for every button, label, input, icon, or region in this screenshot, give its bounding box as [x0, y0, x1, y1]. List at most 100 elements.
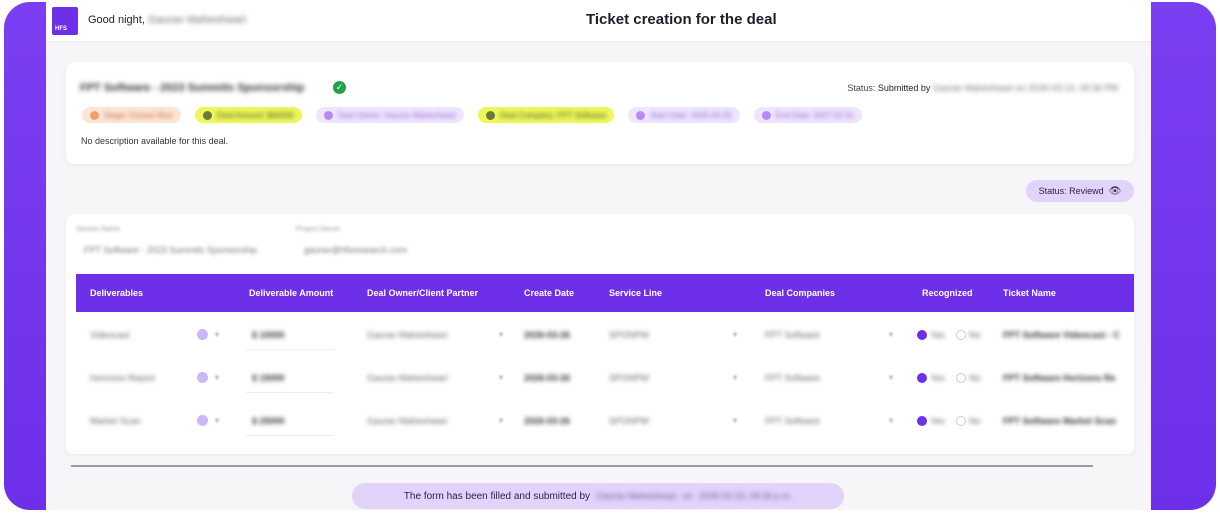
chevron-down-icon[interactable]: ▾: [889, 373, 893, 382]
deliverable-select[interactable]: Videocast: [90, 330, 129, 340]
no-label: No: [969, 373, 981, 383]
chevron-down-icon[interactable]: ▾: [889, 416, 893, 425]
column-header: Deliverables: [90, 288, 144, 298]
service-line-select[interactable]: SPONPW: [609, 416, 649, 426]
service-line-select[interactable]: SPONPW: [609, 330, 649, 340]
chip-dot-icon: [636, 110, 646, 120]
company-select[interactable]: FPT Software: [765, 416, 820, 426]
recognized-no-radio[interactable]: [956, 330, 966, 340]
deal-chip: Deal Owner: Gaurav Maheshwari: [315, 107, 465, 123]
notice-prefix: The form has been filled and submitted b…: [403, 490, 591, 502]
company-select[interactable]: FPT Software: [765, 373, 820, 383]
app-screen: HFS Good night, Gaurav Maheshwari Ticket…: [46, 2, 1151, 510]
chevron-down-icon[interactable]: ▾: [733, 416, 737, 425]
column-header: Recognized: [922, 288, 973, 298]
review-status-label: Status: Reviewd: [1038, 186, 1104, 196]
logo-text: HFS: [55, 26, 67, 32]
owner-select[interactable]: Gaurav Maheshwari: [367, 373, 448, 383]
no-label: No: [969, 330, 981, 340]
owner-select[interactable]: Gaurav Maheshwari: [367, 416, 448, 426]
eye-icon[interactable]: 👁: [1109, 186, 1122, 197]
column-header: Deliverable Amount: [249, 288, 334, 298]
chip-dot-icon: [202, 110, 212, 120]
deal-status: Status: Submitted by Gaurav Maheshwari o…: [847, 83, 1118, 93]
create-date-field[interactable]: 2026-03-26: [524, 330, 570, 340]
deliverable-select[interactable]: Horizons Report: [90, 373, 155, 383]
section-name-field[interactable]: FPT Software - 2023 Summits Sponsorship: [84, 245, 257, 255]
chip-dot-icon: [90, 110, 99, 120]
deal-title: FPT Software - 2023 Summits Sponsorship: [80, 82, 305, 94]
chevron-down-icon[interactable]: ▾: [733, 373, 737, 382]
review-status-button[interactable]: Status: Reviewd 👁: [1026, 180, 1134, 202]
submission-timestamp: 2026-03-15, 09:36 p.m.: [698, 491, 793, 501]
deal-chip: Deal Amount: $60000: [194, 107, 302, 123]
chevron-down-icon[interactable]: ▾: [215, 330, 219, 339]
column-header: Deal Owner/Client Partner: [367, 288, 479, 298]
info-icon[interactable]: [197, 372, 208, 383]
table-row: Market Scan ▾ $ 25000 Gaurav Maheshwari …: [76, 400, 1134, 442]
ticket-name-field[interactable]: FPT Software Market Scan: [1003, 416, 1116, 426]
device-frame: HFS Good night, Gaurav Maheshwari Ticket…: [4, 2, 1216, 510]
owner-select[interactable]: Gaurav Maheshwari: [367, 330, 448, 340]
notice-on: on: [682, 491, 693, 501]
user-name: Gaurav Maheshwari: [147, 14, 247, 26]
amount-field[interactable]: $ 10000: [252, 330, 285, 340]
recognized-yes-radio[interactable]: [917, 373, 927, 383]
deal-description: No description available for this deal.: [81, 136, 229, 146]
column-header: Service Line: [609, 288, 663, 298]
chevron-down-icon[interactable]: ▾: [499, 416, 503, 425]
chevron-down-icon[interactable]: ▾: [499, 373, 503, 382]
chip-dot-icon: [486, 110, 496, 120]
chevron-down-icon[interactable]: ▾: [499, 330, 503, 339]
company-logo[interactable]: HFS: [52, 7, 78, 35]
chip-text: End Date: 2027-03-31: [775, 110, 855, 120]
create-date-field[interactable]: 2026-03-26: [524, 416, 570, 426]
deal-chip: Stage: Closed Won: [82, 107, 181, 123]
table-row: Videocast ▾ $ 10000 Gaurav Maheshwari ▾ …: [76, 314, 1134, 356]
company-select[interactable]: FPT Software: [765, 330, 820, 340]
ticket-name-field[interactable]: FPT Software Videocast - C: [1003, 330, 1120, 340]
column-header: Ticket Name: [1003, 288, 1056, 298]
page-title: Ticket creation for the deal: [586, 11, 777, 28]
table-row: Horizons Report ▾ $ 15000 Gaurav Maheshw…: [76, 357, 1134, 399]
deal-chip: Deal Company: FPT Software: [478, 107, 615, 123]
service-line-select[interactable]: SPONPW: [609, 373, 649, 383]
section-divider: [71, 465, 1093, 467]
status-detail: Gaurav Maheshwari on 2026-03-13, 09:36 P…: [932, 83, 1118, 93]
amount-field[interactable]: $ 15000: [252, 373, 285, 383]
info-icon[interactable]: [197, 329, 208, 340]
submitter-name: Gaurav Maheshwari: [596, 491, 677, 501]
recognized-no-radio[interactable]: [956, 373, 966, 383]
chip-text: Deal Amount: $60000: [216, 110, 294, 120]
ticket-form-card: Section Name FPT Software - 2023 Summits…: [66, 214, 1134, 454]
create-date-field[interactable]: 2026-03-26: [524, 373, 570, 383]
deal-chip: Start Date: 2026-03-26: [628, 107, 740, 123]
recognized-no-radio[interactable]: [956, 416, 966, 426]
chevron-down-icon[interactable]: ▾: [733, 330, 737, 339]
chip-dot-icon: [323, 110, 333, 120]
recognized-yes-radio[interactable]: [917, 330, 927, 340]
deliverable-select[interactable]: Market Scan: [90, 416, 141, 426]
yes-label: Yes: [930, 416, 945, 426]
deal-chips: Stage: Closed Won Deal Amount: $60000 De…: [82, 107, 863, 123]
column-header: Create Date: [524, 288, 575, 298]
chevron-down-icon[interactable]: ▾: [215, 416, 219, 425]
chevron-down-icon[interactable]: ▾: [889, 330, 893, 339]
chevron-down-icon[interactable]: ▾: [215, 373, 219, 382]
chip-dot-icon: [761, 110, 771, 120]
section-name-label: Section Name: [76, 226, 120, 233]
chip-text: Deal Owner: Gaurav Maheshwari: [337, 110, 457, 120]
status-value: Submitted by: [877, 83, 931, 93]
top-bar: HFS Good night, Gaurav Maheshwari Ticket…: [46, 2, 1151, 42]
chip-text: Deal Company: FPT Software: [500, 110, 607, 120]
info-icon[interactable]: [197, 415, 208, 426]
yes-label: Yes: [930, 330, 945, 340]
project-owner-field[interactable]: gaurav@hfsresearch.com: [304, 245, 407, 255]
amount-field[interactable]: $ 25000: [252, 416, 285, 426]
ticket-name-field[interactable]: FPT Software Horizons Re: [1003, 373, 1116, 383]
recognized-yes-radio[interactable]: [917, 416, 927, 426]
no-label: No: [969, 416, 981, 426]
deal-summary-card: FPT Software - 2023 Summits Sponsorship …: [66, 62, 1134, 164]
table-header: Deliverables Deliverable Amount Deal Own…: [76, 274, 1134, 312]
status-label: Status:: [847, 83, 876, 93]
